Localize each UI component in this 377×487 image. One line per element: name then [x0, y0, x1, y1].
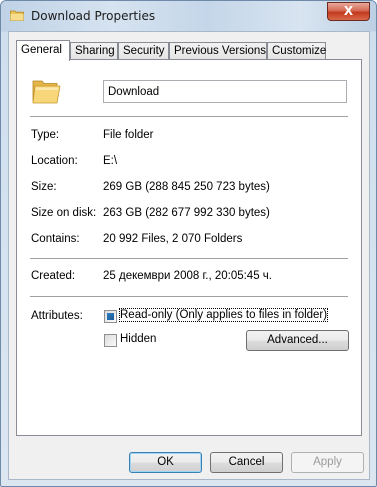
window-title: Download Properties — [31, 9, 156, 23]
tab-customize[interactable]: Customize — [267, 42, 326, 60]
tab-security[interactable]: Security — [118, 42, 169, 60]
ok-button[interactable]: OK — [129, 452, 202, 473]
tab-sharing[interactable]: Sharing — [70, 42, 118, 60]
properties-window: Download Properties X General Sharing Se… — [0, 0, 377, 487]
contains-value: 20 992 Files, 2 070 Folders — [103, 233, 243, 245]
cancel-button[interactable]: Cancel — [210, 452, 283, 473]
dialog-client: General Sharing Security Previous Versio… — [8, 31, 370, 480]
created-label: Created: — [31, 270, 76, 282]
size-value: 269 GB (288 845 250 723 bytes) — [103, 181, 270, 193]
readonly-checkbox[interactable] — [104, 310, 117, 323]
divider — [30, 296, 348, 297]
type-label: Type: — [31, 129, 60, 141]
type-value: File folder — [103, 129, 154, 141]
apply-button[interactable]: Apply — [291, 452, 364, 473]
advanced-button[interactable]: Advanced... — [246, 330, 349, 351]
location-label: Location: — [31, 155, 78, 167]
size-on-disk-value: 263 GB (282 677 992 330 bytes) — [103, 207, 270, 219]
readonly-label[interactable]: Read-only (Only applies to files in fold… — [118, 308, 329, 322]
tab-previous-versions[interactable]: Previous Versions — [169, 42, 267, 60]
location-value: E:\ — [103, 155, 118, 167]
close-button[interactable]: X — [327, 2, 370, 21]
contains-label: Contains: — [31, 233, 80, 245]
general-tab-panel: Type: File folder Location: E:\ Size: 26… — [16, 59, 362, 436]
folder-icon — [10, 10, 24, 21]
folder-name-input[interactable] — [103, 80, 347, 103]
divider — [30, 258, 348, 259]
size-label: Size: — [31, 181, 57, 193]
size-on-disk-label: Size on disk: — [31, 207, 97, 219]
title-bar[interactable]: Download Properties X — [1, 1, 376, 31]
folder-icon — [32, 80, 61, 104]
created-value: 25 декември 2008 г., 20:05:45 ч. — [103, 270, 272, 282]
tab-general[interactable]: General — [16, 40, 70, 61]
divider — [30, 116, 348, 117]
attributes-label: Attributes: — [31, 310, 83, 322]
hidden-label[interactable]: Hidden — [120, 333, 156, 345]
hidden-checkbox[interactable] — [104, 334, 117, 347]
